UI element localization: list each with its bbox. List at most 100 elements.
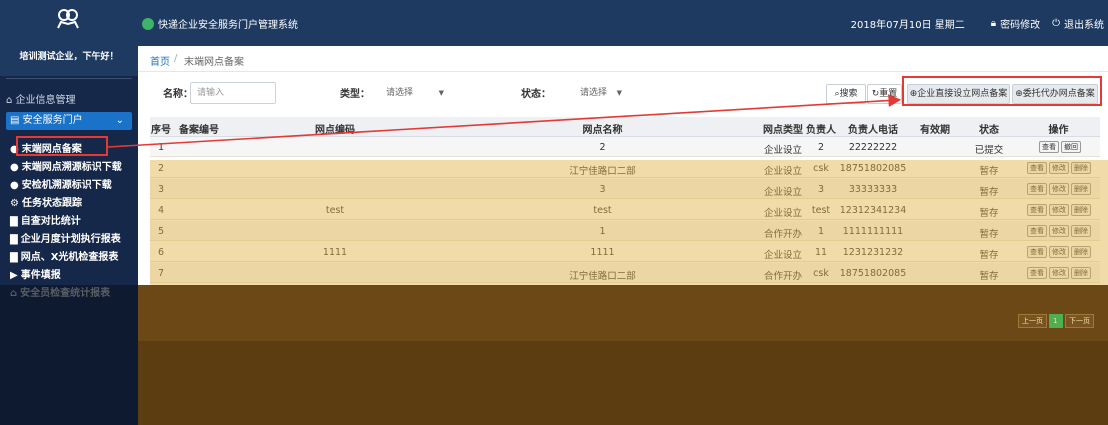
sidebar-item-safety-check-report[interactable]: ⌂ 安全员检查统计报表 [10, 284, 110, 299]
current-date: 2018年07月10日 星期二 [850, 20, 965, 31]
cell-name: 江宁佳路口二部 [569, 166, 636, 177]
change-password-button[interactable]: 🔒︎ 密码修改 [991, 16, 1040, 31]
next-page-button[interactable]: 下一页 [1065, 314, 1094, 328]
row-action-button[interactable]: 删除 [1071, 267, 1091, 279]
cell-status: 暂存 [979, 271, 999, 282]
status-filter-select[interactable]: 请选择 ▼ [580, 83, 622, 103]
cell-person: 3 [817, 184, 825, 195]
sidebar-item-label: 安检机溯源标识下载 [21, 180, 112, 191]
row-actions: 查看 撤回 [1039, 141, 1083, 153]
logout-button[interactable]: ⏻ 退出系统 [1052, 16, 1104, 31]
row-action-button[interactable]: 查看 [1039, 141, 1059, 153]
change-password-label: 密码修改 [1000, 20, 1041, 31]
row-action-button[interactable]: 修改 [1049, 225, 1069, 237]
row-action-button[interactable]: 查看 [1027, 162, 1047, 174]
row-action-button[interactable]: 删除 [1071, 162, 1091, 174]
row-action-button[interactable]: 删除 [1071, 246, 1091, 258]
breadcrumb-home[interactable]: 首页 [150, 53, 170, 68]
cell-phone: 1231231232 [842, 247, 904, 258]
sidebar-item-label: 安全员检查统计报表 [20, 288, 111, 299]
row-actions: 查看 修改 删除 [1027, 183, 1093, 195]
sidebar-item-outlet-trace-download[interactable]: ● 末端网点溯源标识下载 [10, 158, 122, 173]
bottom-shade-band [138, 285, 1108, 341]
reset-button-label: 重置 [879, 89, 898, 99]
col-header-person: 负责人 [806, 125, 836, 136]
chart-icon: ▇ [10, 216, 18, 227]
status-filter-label: 状态： [521, 89, 551, 100]
sidebar-item-monthly-plan-report[interactable]: ▇ 企业月度计划执行报表 [10, 230, 121, 245]
row-action-button[interactable]: 修改 [1049, 267, 1069, 279]
page-1-button[interactable]: 1 [1049, 314, 1063, 328]
plus-circle-icon: ⊕ [1015, 89, 1023, 99]
table-header: 序号 备案编号 网点编码 网点名称 网点类型 负责人 负责人电话 有效期 状态 … [150, 117, 1100, 137]
sidebar-item-label: 企业月度计划执行报表 [20, 234, 121, 245]
add-delegate-outlet-button[interactable]: ⊕委托代办网点备案 [1012, 84, 1098, 104]
table-row: 4 test test 企业设立 test 12312341234 暂存 查看 修改 删除 [150, 200, 1100, 220]
cell-person: test [811, 205, 831, 216]
search-button[interactable]: ⌕搜索 [826, 84, 866, 104]
sidebar-item-event-report[interactable]: ▶ 事件填报 [10, 266, 61, 281]
cell-type: 合作开办 [763, 271, 802, 282]
pagination: 上一页 1 下一页 [1016, 314, 1094, 328]
row-action-button[interactable]: 删除 [1071, 183, 1091, 195]
row-action-button[interactable]: 删除 [1071, 204, 1091, 216]
sidebar-item-self-check-stats[interactable]: ▇ 自查对比统计 [10, 212, 81, 227]
sidebar-item-task-tracking[interactable]: ⚙ 任务状态跟踪 [10, 194, 82, 209]
gear-icon: ⚙ [10, 198, 19, 209]
cell-person: 11 [814, 247, 828, 258]
row-action-button[interactable]: 修改 [1049, 162, 1069, 174]
sidebar-divider [6, 78, 132, 79]
type-filter-select[interactable]: 请选择 ▼ [386, 83, 444, 103]
breadcrumb: 首页 / 末端网点备案 [138, 46, 1108, 72]
col-header-phone: 负责人电话 [848, 125, 898, 136]
name-filter-input[interactable]: 请输入 [190, 82, 276, 104]
row-action-button[interactable]: 查看 [1027, 204, 1047, 216]
row-action-button[interactable]: 修改 [1049, 183, 1069, 195]
type-filter-value: 请选择 [386, 88, 414, 98]
row-action-button[interactable]: 查看 [1027, 183, 1047, 195]
col-header-code: 网点编码 [315, 125, 355, 136]
reset-button[interactable]: ↻重置 [867, 84, 902, 104]
cell-status: 暂存 [979, 166, 999, 177]
cell-name: 3 [599, 184, 606, 195]
sidebar-item-xray-check-report[interactable]: ▇ 网点、X光机检查报表 [10, 248, 118, 263]
caret-down-icon: ▼ [616, 89, 622, 97]
row-action-button[interactable]: 修改 [1049, 246, 1069, 258]
sidebar-item-label: 自查对比统计 [20, 216, 81, 227]
sidebar-menu-security-portal[interactable]: ▤ 安全服务门户 ⌄ [6, 112, 132, 130]
add-direct-outlet-button[interactable]: ⊕企业直接设立网点备案 [907, 84, 1010, 104]
add-direct-label: 企业直接设立网点备案 [917, 89, 1008, 99]
add-delegate-label: 委托代办网点备案 [1022, 89, 1095, 99]
row-action-button[interactable]: 查看 [1027, 246, 1047, 258]
row-action-button[interactable]: 查看 [1027, 225, 1047, 237]
sidebar-item-label: 网点、X光机检查报表 [20, 252, 119, 263]
sidebar-item-outlet-record[interactable]: ● 末端网点备案 [10, 140, 82, 155]
cell-phone: 33333333 [848, 184, 898, 195]
cell-type: 企业设立 [763, 208, 802, 219]
breadcrumb-separator: / [174, 53, 178, 64]
prev-page-button[interactable]: 上一页 [1018, 314, 1047, 328]
app-title: 快递企业安全服务门户管理系统 [142, 16, 298, 31]
col-header-valid: 有效期 [920, 125, 950, 136]
sidebar-item-label: 末端网点备案 [21, 144, 82, 155]
sidebar-item-xray-trace-download[interactable]: ● 安检机溯源标识下载 [10, 176, 112, 191]
row-action-button[interactable]: 删除 [1071, 225, 1091, 237]
row-actions: 查看 修改 删除 [1027, 267, 1093, 279]
sidebar-section-company-info[interactable]: ⌂ 企业信息管理 [6, 91, 76, 106]
row-action-button[interactable]: 查看 [1027, 267, 1047, 279]
lock-icon: 🔒︎ [990, 18, 997, 29]
row-action-button[interactable]: 修改 [1049, 204, 1069, 216]
cell-person: csk [813, 163, 829, 174]
flag-icon: ▶ [10, 270, 18, 281]
cell-name: 1111 [590, 247, 615, 258]
cell-name: test [593, 205, 612, 216]
table-row: 2 江宁佳路口二部 企业设立 csk 18751802085 暂存 查看 修改 删除 [150, 158, 1100, 178]
cell-no: 3 [157, 184, 165, 195]
row-action-button[interactable]: 撤回 [1061, 141, 1081, 153]
sidebar-active-label: 安全服务门户 [22, 115, 83, 126]
col-header-record: 备案编号 [179, 125, 219, 136]
circle-icon: ● [10, 162, 19, 173]
search-button-label: 搜索 [839, 89, 858, 99]
logo-icon [57, 9, 79, 29]
cell-name: 1 [599, 226, 606, 237]
